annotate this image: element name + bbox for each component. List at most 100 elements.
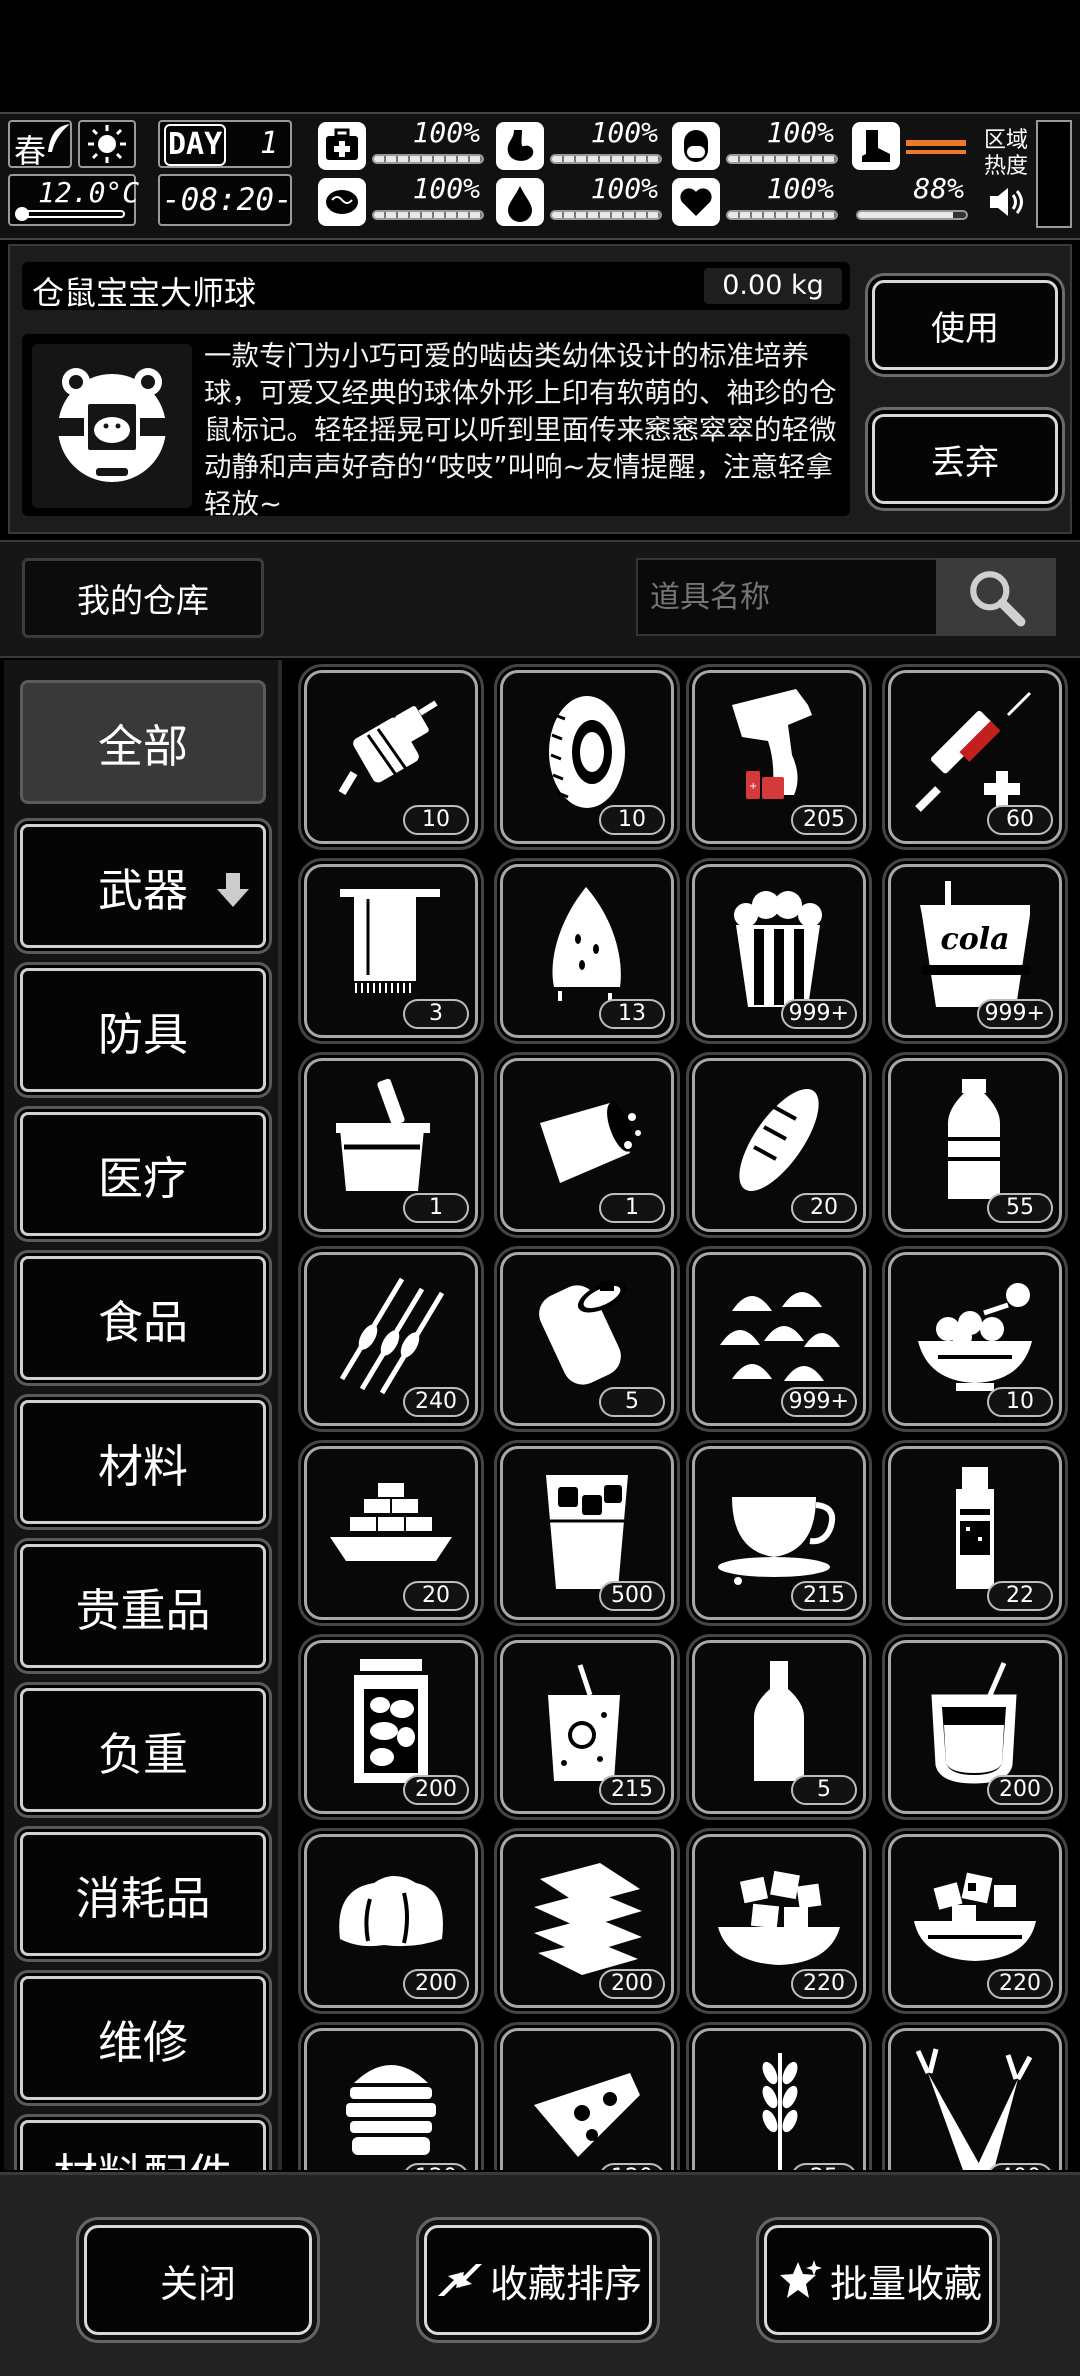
item-slot[interactable]: 200 xyxy=(304,1640,478,1814)
category-weapons[interactable]: 武器 xyxy=(20,824,266,948)
temperature-readout: 12.0°C xyxy=(38,176,140,209)
sun-icon xyxy=(88,125,126,163)
status-bar: 春 12.0°C DAY 1 -08:20- 100% 100% 100% 88… xyxy=(0,112,1080,240)
category-label: 维修 xyxy=(97,2015,188,2069)
item-slot[interactable]: 200 xyxy=(304,1834,478,2008)
item-slot[interactable]: 22 xyxy=(888,1446,1062,1620)
search-button[interactable] xyxy=(936,558,1056,636)
watermelon-slice-icon xyxy=(552,887,621,1001)
item-search-input[interactable] xyxy=(636,558,936,636)
item-slot[interactable]: 10 xyxy=(304,670,478,844)
item-slot[interactable]: 60 xyxy=(888,670,1062,844)
clock-readout: -08:20- xyxy=(162,182,293,218)
item-slot[interactable]: 1 xyxy=(304,1058,478,1232)
favorite-sort-label: 收藏排序 xyxy=(489,2261,642,2306)
item-slot[interactable]: 25 xyxy=(692,2028,866,2170)
cola-label: cola xyxy=(940,922,1009,957)
item-count: 215 xyxy=(791,1581,857,1611)
close-button[interactable]: 关闭 xyxy=(84,2225,312,2335)
syringe-icon xyxy=(915,691,1032,812)
item-slot[interactable]: 500 xyxy=(500,1446,674,1620)
item-slot[interactable]: 220 xyxy=(888,1834,1062,2008)
pizza-slice-icon xyxy=(534,2073,640,2157)
item-slot[interactable]: 20 xyxy=(692,1058,866,1232)
category-carry[interactable]: 负重 xyxy=(20,1688,266,1812)
category-materials[interactable]: 材料 xyxy=(20,1400,266,1524)
rice-bowl-icon xyxy=(918,1283,1032,1391)
item-slot[interactable]: 1 xyxy=(500,1058,674,1232)
flare-gun-icon: + xyxy=(732,689,812,799)
item-count: 22 xyxy=(987,1581,1053,1611)
item-slot[interactable]: 3 xyxy=(304,864,478,1038)
item-count: 200 xyxy=(987,1775,1053,1805)
ice-bucket-icon xyxy=(336,1078,430,1191)
hamster-ball-icon xyxy=(32,344,192,508)
item-slot[interactable]: +205 xyxy=(692,670,866,844)
item-count: 215 xyxy=(599,1775,665,1805)
item-slot[interactable]: 55 xyxy=(888,1058,1062,1232)
stamina-orange-bar xyxy=(906,150,966,154)
weather-box xyxy=(78,120,136,168)
use-button[interactable]: 使用 xyxy=(872,280,1058,370)
item-slot[interactable]: 999+ xyxy=(692,1252,866,1426)
category-repair[interactable]: 维修 xyxy=(20,1976,266,2100)
item-slot[interactable]: 215 xyxy=(692,1446,866,1620)
bottom-bar: 关闭 收藏排序 批量收藏 xyxy=(0,2172,1080,2376)
item-slot[interactable]: 20 xyxy=(304,1446,478,1620)
burger-icon xyxy=(346,2065,436,2155)
item-slot[interactable]: 10 xyxy=(500,670,674,844)
item-slot[interactable]: 200 xyxy=(888,1640,1062,1814)
category-all[interactable]: 全部 xyxy=(20,680,266,804)
spirit-value: 100% xyxy=(766,172,834,205)
item-count: 20 xyxy=(791,1193,857,1223)
category-parts[interactable]: 材料配件 xyxy=(20,2120,266,2170)
item-slot[interactable]: 240 xyxy=(304,1252,478,1426)
bun-icon xyxy=(339,1876,443,1947)
speaker-icon[interactable] xyxy=(986,184,1026,220)
item-slot[interactable]: 120 xyxy=(304,2028,478,2170)
item-count: 55 xyxy=(987,1193,1053,1223)
discard-button[interactable]: 丢弃 xyxy=(872,414,1058,504)
batch-favorite-label: 批量收藏 xyxy=(829,2261,982,2306)
category-label: 食品 xyxy=(97,1295,188,1349)
item-count: 60 xyxy=(987,805,1053,835)
item-count: 200 xyxy=(403,1775,469,1805)
cake-plate-icon xyxy=(330,1483,452,1561)
category-armor[interactable]: 防具 xyxy=(20,968,266,1092)
batch-favorite-button[interactable]: 批量收藏 xyxy=(764,2225,992,2335)
capsule-icon xyxy=(672,122,720,170)
item-count: 200 xyxy=(599,1969,665,1999)
item-description: 一款专门为小巧可爱的啮齿类幼体设计的标准培养球，可爱又经典的球体外形上印有软萌的… xyxy=(204,340,837,520)
spirit-bar xyxy=(726,210,838,220)
hunger-value: 100% xyxy=(590,116,658,149)
item-count: 240 xyxy=(403,1387,469,1417)
category-food[interactable]: 食品 xyxy=(20,1256,266,1380)
water-drop-icon xyxy=(496,178,544,226)
item-slot[interactable]: 200 xyxy=(500,1834,674,2008)
item-slot[interactable]: 13 xyxy=(500,864,674,1038)
item-slot[interactable]: 999+ xyxy=(692,864,866,1038)
item-slot[interactable]: 120 xyxy=(500,2028,674,2170)
category-valuables[interactable]: 贵重品 xyxy=(20,1544,266,1668)
item-slot[interactable]: 400 xyxy=(888,2028,1062,2170)
cola-cup-icon: cola xyxy=(920,881,1030,1007)
item-slot[interactable]: 10 xyxy=(888,1252,1062,1426)
my-warehouse-button[interactable]: 我的仓库 xyxy=(22,558,264,638)
category-consumables[interactable]: 消耗品 xyxy=(20,1832,266,1956)
heart-icon xyxy=(672,178,720,226)
item-slot[interactable]: 220 xyxy=(692,1834,866,2008)
category-sidebar: 全部 武器 防具 医疗 食品 材料 贵重品 负重 消耗品 维修 材料配件 xyxy=(4,660,282,2170)
favorite-sort-button[interactable]: 收藏排序 xyxy=(424,2225,652,2335)
item-count: 200 xyxy=(403,1969,469,1999)
item-slot[interactable]: 5 xyxy=(500,1252,674,1426)
item-slot[interactable]: cola 999+ xyxy=(888,864,1062,1038)
item-slot[interactable]: 5 xyxy=(692,1640,866,1814)
category-medical[interactable]: 医疗 xyxy=(20,1112,266,1236)
skewers-icon xyxy=(339,1277,445,1395)
item-count: 5 xyxy=(599,1387,665,1417)
item-count: 120 xyxy=(599,2163,665,2170)
item-slot[interactable]: 215 xyxy=(500,1640,674,1814)
warehouse-toolbar: 我的仓库 xyxy=(0,540,1080,658)
item-count: 999+ xyxy=(976,999,1053,1029)
hunger-bar xyxy=(550,154,662,164)
